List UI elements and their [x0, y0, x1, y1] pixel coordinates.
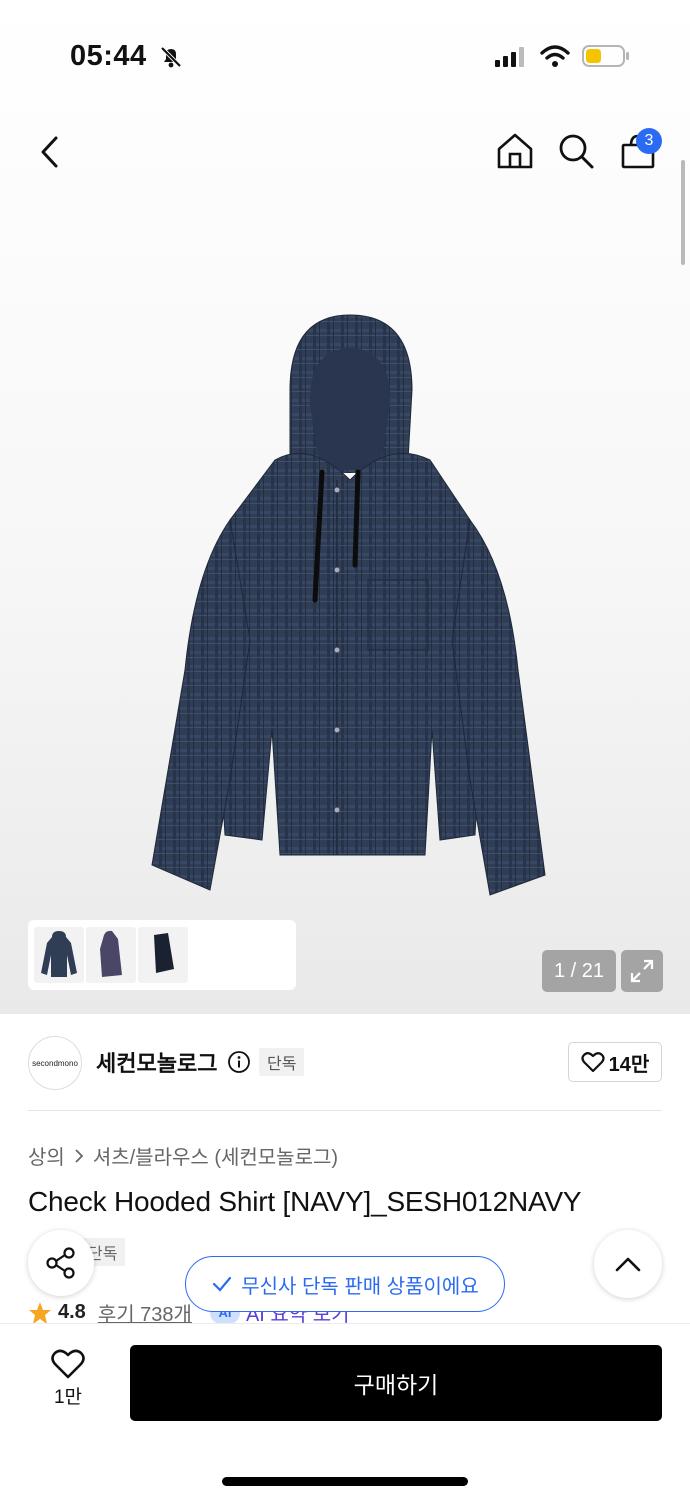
status-bar: 05:44 [0, 0, 690, 100]
share-icon [46, 1247, 75, 1279]
breadcrumb-subcategory[interactable]: 셔츠/블라우스 (세컨모놀로그) [93, 1141, 338, 1170]
back-button[interactable] [28, 130, 72, 174]
thumbnail-side[interactable] [86, 927, 136, 983]
info-icon[interactable] [227, 1050, 251, 1079]
chevron-up-icon [615, 1257, 641, 1272]
brand-like-count: 14만 [608, 1053, 650, 1076]
gallery-page-counter: 1 / 21 [542, 950, 616, 992]
heart-icon [51, 1349, 85, 1379]
cart-count-badge: 3 [636, 128, 662, 154]
scroll-to-top-button[interactable] [594, 1230, 662, 1298]
thumbnail-strip[interactable] [28, 920, 296, 990]
exclusive-badge: 단독 [259, 1048, 305, 1076]
toast-text: 무신사 단독 판매 상품이에요 [241, 1275, 479, 1298]
search-icon [559, 134, 594, 169]
thumbnail-back[interactable] [138, 927, 188, 983]
signal-icon [494, 46, 528, 73]
home-icon [497, 133, 533, 169]
rating-value: 4.8 [58, 1301, 86, 1323]
search-button[interactable] [555, 130, 597, 172]
chevron-left-icon [41, 136, 58, 168]
buy-button[interactable]: 구매하기 [130, 1345, 662, 1421]
wishlist-button[interactable]: 1만 [40, 1348, 96, 1418]
wishlist-count: 1만 [53, 1387, 83, 1408]
status-time: 05:44 [70, 40, 147, 72]
heart-icon [581, 1052, 605, 1073]
product-title: Check Hooded Shirt [NAVY]_SESH012NAVY [28, 1186, 582, 1217]
scrollbar[interactable] [681, 160, 685, 265]
home-button[interactable] [494, 130, 536, 172]
review-link[interactable]: 후기 738개 [98, 1298, 192, 1327]
product-main-image[interactable] [140, 310, 560, 910]
expand-icon [630, 959, 654, 983]
bell-muted-icon [158, 44, 184, 75]
home-indicator [222, 1477, 468, 1486]
breadcrumb-category[interactable]: 상의 [28, 1141, 65, 1170]
brand-logo-text: secondmono [32, 1058, 78, 1068]
thumbnail-front[interactable] [34, 927, 84, 983]
brand-name[interactable]: 세컨모놀로그 [96, 1046, 217, 1078]
brand-logo[interactable]: secondmono [28, 1036, 82, 1090]
check-icon [213, 1276, 232, 1292]
expand-button[interactable] [621, 950, 663, 992]
battery-icon [582, 44, 630, 73]
exclusive-toast: 무신사 단독 판매 상품이에요 [185, 1256, 505, 1312]
star-icon [29, 1301, 51, 1324]
divider [28, 1110, 662, 1111]
brand-like-button[interactable]: 14만 [568, 1042, 662, 1082]
wifi-icon [540, 44, 570, 73]
breadcrumb: 상의 셔츠/블라우스 (세컨모놀로그) [28, 1141, 338, 1170]
share-button[interactable] [28, 1230, 94, 1296]
chevron-right-icon [75, 1148, 84, 1163]
